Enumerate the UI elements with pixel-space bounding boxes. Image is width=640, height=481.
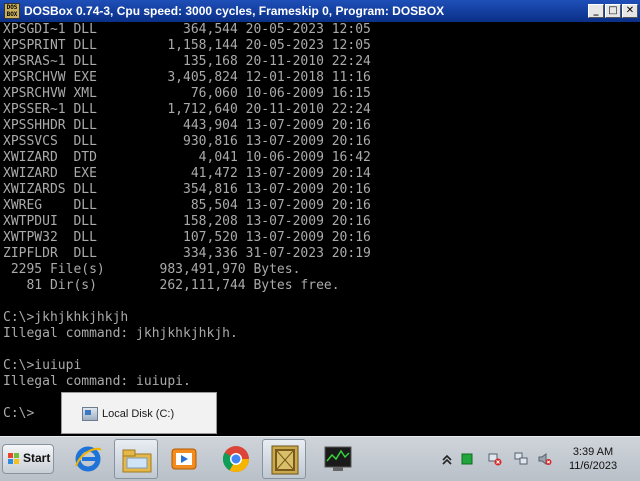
console-line: XWIZARD EXE 41,472 13-07-2009 20:14 [3,166,371,181]
console-line: XWREG DLL 85,504 13-07-2009 20:16 [3,198,371,213]
console-line: XPSRAS~1 DLL 135,168 20-11-2010 22:24 [3,54,371,69]
console-line: XPSSHHDR DLL 443,904 13-07-2009 20:16 [3,118,371,133]
volume-muted-icon[interactable] [538,452,552,466]
console-line: XWIZARDS DLL 354,816 13-07-2009 20:16 [3,182,371,197]
console-line: 81 Dir(s) 262,111,744 Bytes free. [3,278,340,293]
console-line: C:\> [3,406,35,421]
console-line: XWIZARD DTD 4,041 10-06-2009 16:42 [3,150,371,165]
dosbox-icon [271,445,299,475]
console-line: Illegal command: jkhjkhkjhkjh. [3,326,238,341]
taskbar-task-manager[interactable] [316,439,360,479]
clock-time: 3:39 AM [572,446,614,458]
taskbar-internet-explorer[interactable] [66,439,110,479]
console-line: XPSSER~1 DLL 1,712,640 20-11-2010 22:24 [3,102,371,117]
console-line: XPSGDI~1 DLL 364,544 20-05-2023 12:05 [3,22,371,37]
console-line: Illegal command: iuiupi. [3,374,191,389]
clock-date: 11/6/2023 [568,460,618,472]
network-warning-icon[interactable] [488,452,502,466]
chrome-icon [222,446,250,473]
console-line: C:\>jkhjkhkjhkjh [3,310,129,325]
console-line: 2295 File(s) 983,491,970 Bytes. [3,262,301,277]
internet-explorer-icon [75,446,102,472]
taskbar-windows-explorer[interactable] [114,439,158,479]
window-titlebar[interactable]: DOS BOX DOSBox 0.74-3, Cpu speed: 3000 c… [0,0,640,22]
network-icon[interactable] [514,452,528,466]
maximize-button[interactable]: □ [605,4,621,18]
console-line: XWTPDUI DLL 158,208 13-07-2009 20:16 [3,214,371,229]
folder-icon [122,449,152,473]
taskbar-preview-popup[interactable]: Local Disk (C:) [61,392,217,434]
taskbar-chrome[interactable] [214,439,258,479]
show-hidden-icons-icon[interactable] [440,452,454,466]
clock[interactable]: 3:39 AM 11/6/2023 [556,445,630,473]
console-line: C:\>iuiupi [3,358,82,373]
start-label: Start [23,451,51,465]
dos-console[interactable]: XPSGDI~1 DLL 364,544 20-05-2023 12:05 XPS… [0,22,640,422]
dosbox-app-icon: DOS BOX [4,3,20,19]
console-line: ZIPFLDR DLL 334,336 31-07-2023 20:19 [3,246,371,261]
window-title: DOSBox 0.74-3, Cpu speed: 3000 cycles, F… [24,4,445,18]
green-status-icon[interactable] [460,452,474,466]
console-line: XPSSVCS DLL 930,816 13-07-2009 20:16 [3,134,371,149]
minimize-button[interactable]: _ [588,4,604,18]
console-line: XWTPW32 DLL 107,520 13-07-2009 20:16 [3,230,371,245]
start-button[interactable]: Start [2,444,54,474]
console-line: XPSPRINT DLL 1,158,144 20-05-2023 12:05 [3,38,371,53]
windows-logo-icon [8,453,20,465]
task-manager-icon [324,446,352,471]
console-line: XPSRCHVW XML 76,060 10-06-2009 16:15 [3,86,371,101]
taskbar: Start 3:39 AM 11/6/2023 [0,436,640,481]
preview-label: Local Disk (C:) [102,408,175,420]
taskbar-media-player[interactable] [162,439,206,479]
taskbar-dosbox[interactable] [262,439,306,479]
console-line: XPSRCHVW EXE 3,405,824 12-01-2018 11:16 [3,70,371,85]
close-button[interactable]: ✕ [622,4,638,18]
media-player-icon [171,448,197,470]
hard-drive-icon [82,407,98,421]
system-tray: 3:39 AM 11/6/2023 [432,437,640,481]
